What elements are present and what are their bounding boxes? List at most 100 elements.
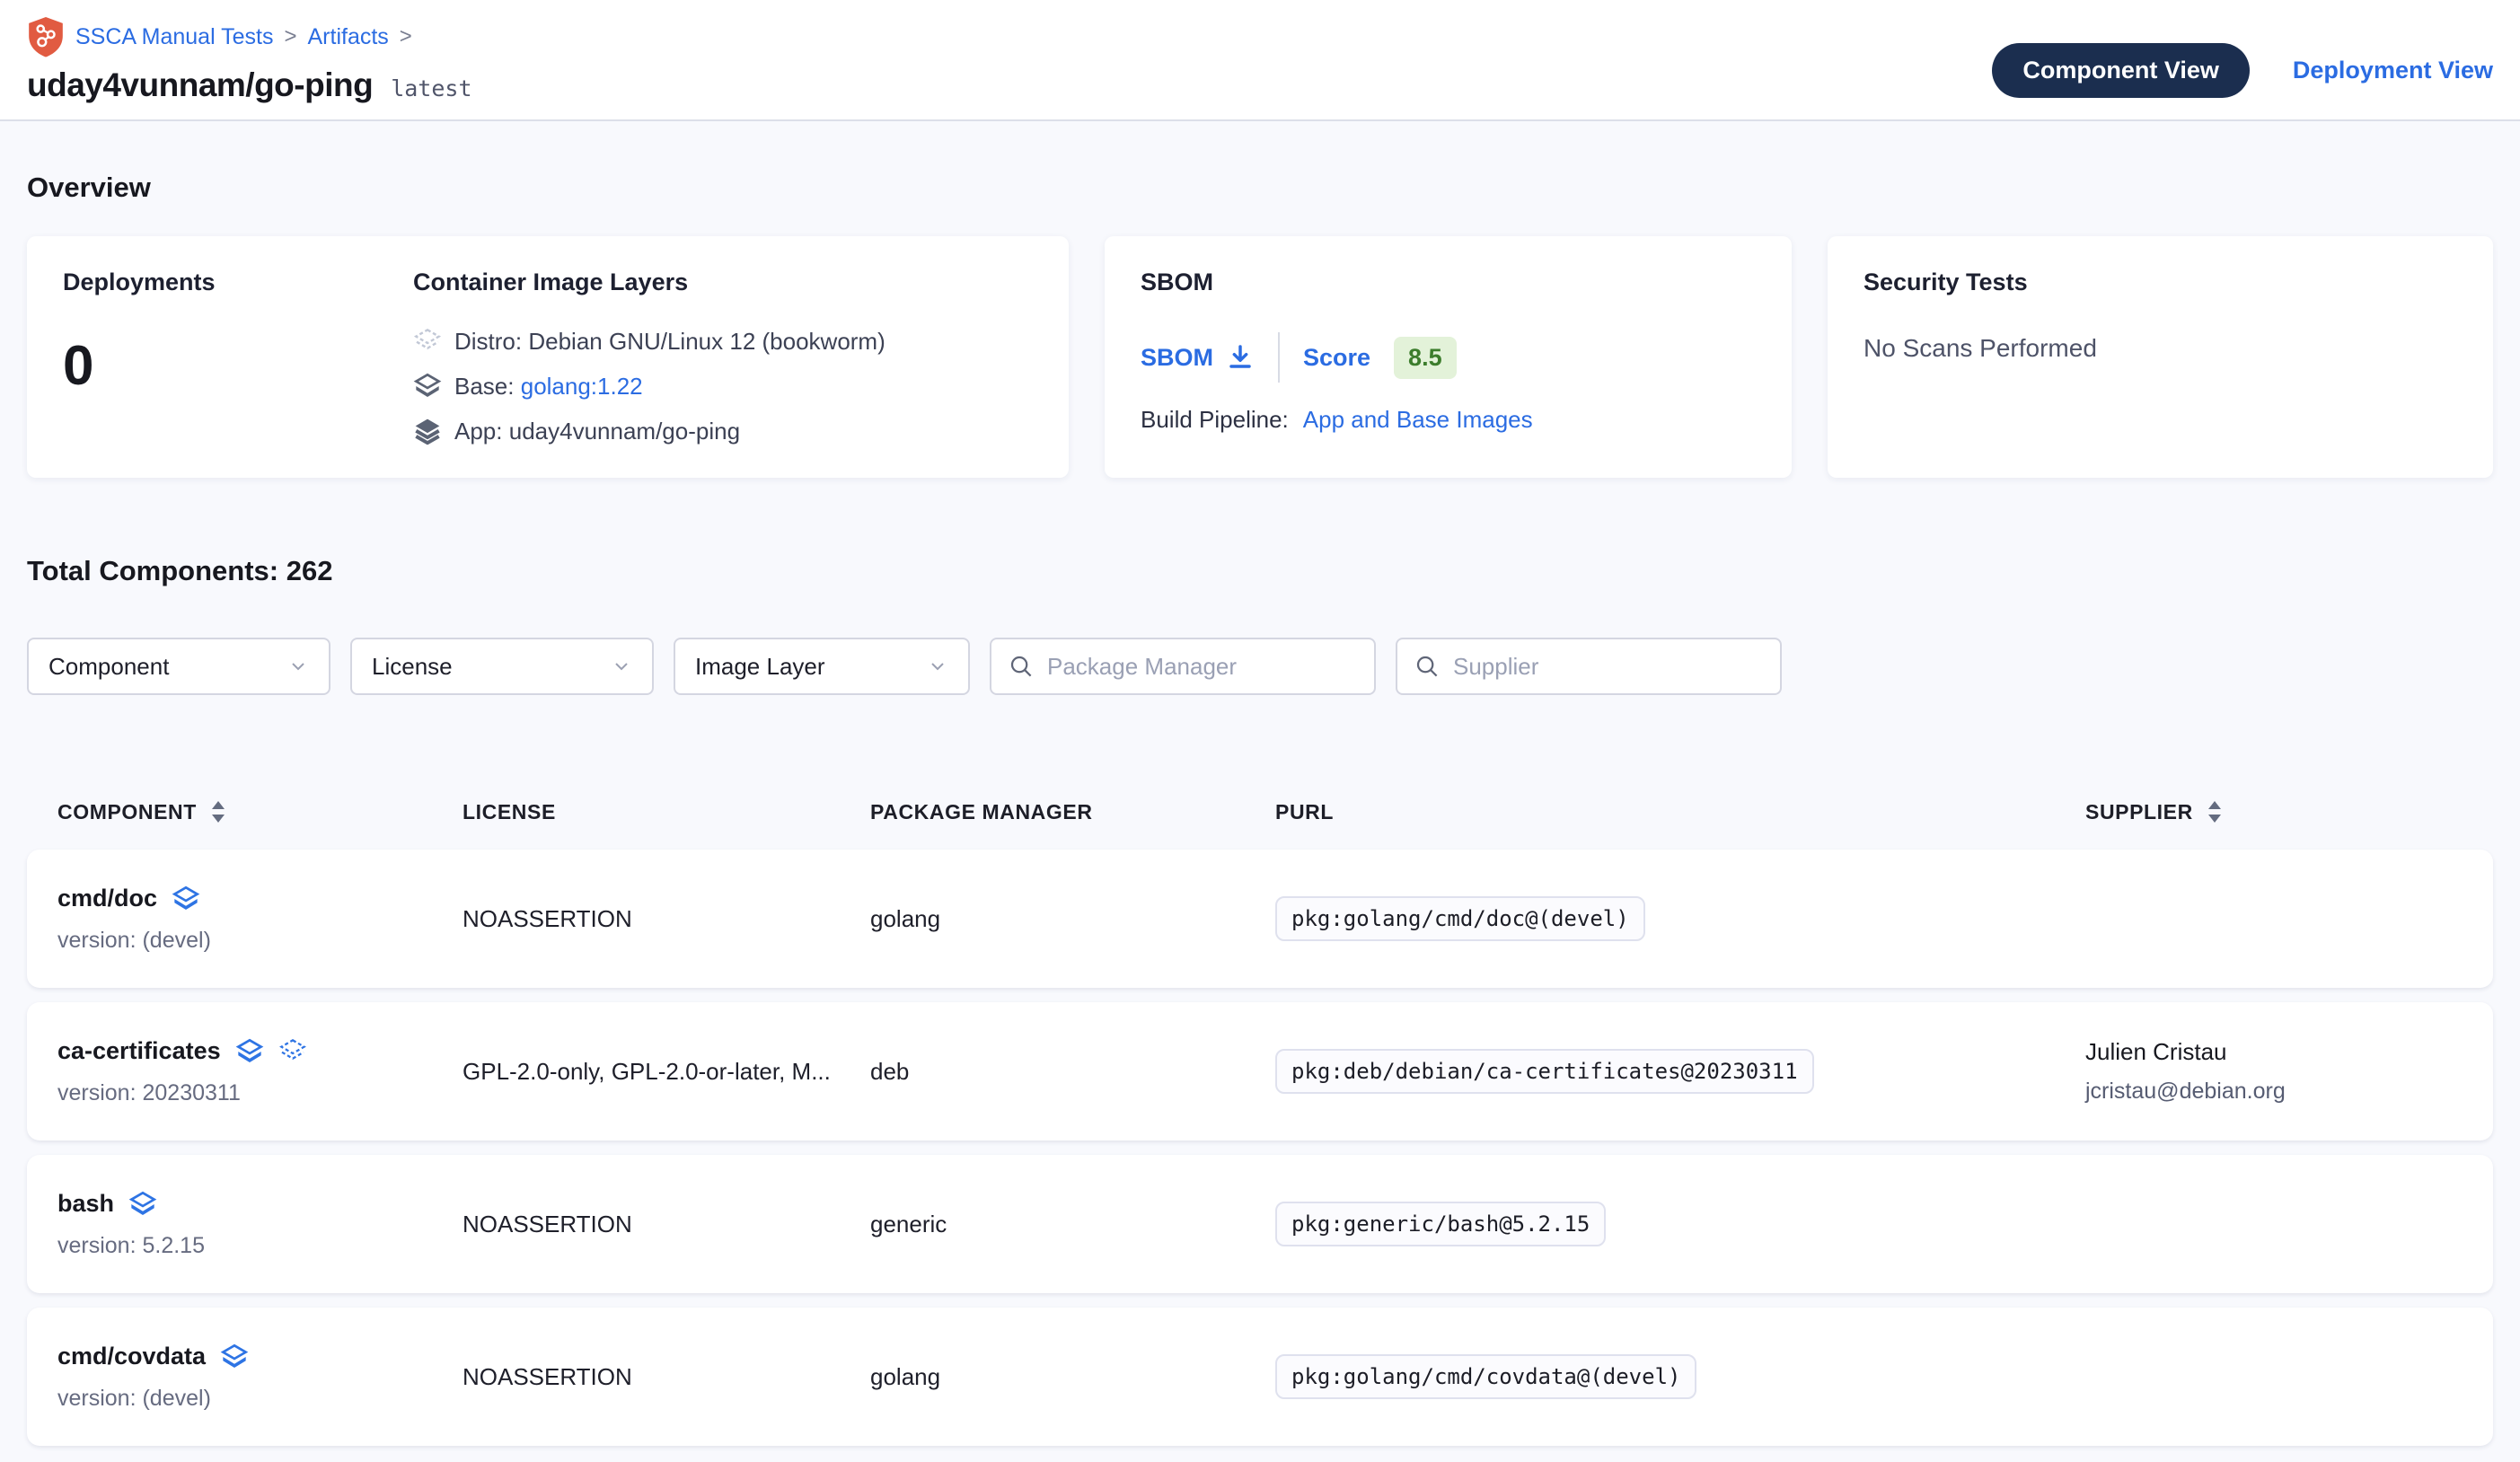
breadcrumb-artifacts-link[interactable]: Artifacts [308,24,389,50]
package-manager-search [990,638,1376,695]
component-view-button[interactable]: Component View [1992,43,2250,98]
security-tests-title: Security Tests [1864,269,2457,296]
app-label: App: [454,418,503,445]
purl-chip: pkg:golang/cmd/doc@(devel) [1275,896,1645,941]
sort-icon[interactable] [209,799,227,824]
deployments-title: Deployments [63,269,413,296]
overview-cards: Deployments 0 Container Image Layers Dis… [27,236,2493,478]
component-version: version: (devel) [57,928,463,954]
components-table: COMPONENT LICENSE PACKAGE MANAGER PURL S… [27,799,2493,1446]
component-name: cmd/covdata [57,1343,206,1370]
license-cell: NOASSERTION [463,1363,870,1391]
deployments-and-layers-card: Deployments 0 Container Image Layers Dis… [27,236,1069,478]
build-pipeline-label: Build Pipeline: [1141,406,1289,434]
column-header-package-manager: PACKAGE MANAGER [870,800,1275,824]
sort-icon[interactable] [2206,799,2224,824]
table-row[interactable]: ca-certificates version: 20230311 GPL-2.… [27,1002,2493,1141]
package-manager-cell: generic [870,1211,1275,1238]
image-layer-filter-label: Image Layer [695,653,825,681]
component-filter-label: Component [48,653,169,681]
package-manager-cell: golang [870,1363,1275,1391]
layers-base-icon [413,372,442,401]
distro-value: Debian GNU/Linux 12 (bookworm) [528,328,885,355]
app-layer-row: App: uday4vunnam/go-ping [413,417,1033,445]
layers-icon [220,1343,249,1371]
image-layer-filter-dropdown[interactable]: Image Layer [674,638,970,695]
sbom-title: SBOM [1141,269,1756,296]
purl-chip: pkg:deb/debian/ca-certificates@20230311 [1275,1049,1814,1094]
distro-label: Distro: [454,328,522,355]
license-filter-dropdown[interactable]: License [350,638,654,695]
base-image-link[interactable]: golang:1.22 [521,373,643,400]
security-tests-card: Security Tests No Scans Performed [1828,236,2493,478]
download-icon [1226,343,1255,372]
build-pipeline-link[interactable]: App and Base Images [1303,406,1533,434]
license-cell: NOASSERTION [463,1211,870,1238]
filter-bar: Component License Image Layer [27,638,2493,695]
distro-layer-row: Distro: Debian GNU/Linux 12 (bookworm) [413,327,1033,356]
overview-heading: Overview [27,172,2493,204]
layers-dashed-icon [278,1037,307,1066]
component-version: version: (devel) [57,1386,463,1412]
component-version: version: 5.2.15 [57,1233,463,1259]
column-header-license: LICENSE [463,800,870,824]
main-content: Overview Deployments 0 Container Image L… [0,172,2520,1446]
layers-icon [235,1037,264,1066]
sbom-download-label: SBOM [1141,344,1213,372]
chevron-down-icon [611,656,632,677]
table-row[interactable]: bash version: 5.2.15 NOASSERTION generic… [27,1155,2493,1293]
component-name: ca-certificates [57,1037,221,1065]
divider [1278,332,1280,383]
sbom-download-link[interactable]: SBOM [1141,343,1255,372]
layers-app-icon [413,417,442,445]
page-title: uday4vunnam/go-ping [27,66,373,104]
ssca-shield-icon [27,16,65,57]
layers-distro-icon [413,327,442,356]
image-layers-title: Container Image Layers [413,269,1033,296]
column-header-component: COMPONENT [57,799,463,824]
column-header-purl: PURL [1275,800,2085,824]
table-row[interactable]: cmd/doc version: (devel) NOASSERTION gol… [27,850,2493,988]
breadcrumb-separator: > [284,24,296,49]
layers-icon [128,1190,157,1219]
artifact-tag-badge: latest [391,75,471,101]
package-manager-search-input[interactable] [1047,653,1358,681]
base-layer-row: Base: golang:1.22 [413,372,1033,401]
breadcrumb-separator: > [400,24,412,49]
total-components-heading: Total Components: 262 [27,555,2493,587]
security-tests-status: No Scans Performed [1864,334,2457,363]
package-manager-cell: deb [870,1058,1275,1086]
breadcrumb: SSCA Manual Tests > Artifacts > [27,16,472,57]
license-cell: GPL-2.0-only, GPL-2.0-or-later, M... [463,1058,870,1086]
supplier-search [1396,638,1782,695]
chevron-down-icon [287,656,309,677]
breadcrumb-project-link[interactable]: SSCA Manual Tests [75,24,273,50]
deployments-count: 0 [63,334,413,398]
chevron-down-icon [927,656,948,677]
supplier-name: Julien Cristau [2085,1038,2463,1066]
purl-chip: pkg:generic/bash@5.2.15 [1275,1202,1606,1246]
component-name: cmd/doc [57,885,157,912]
table-row[interactable]: cmd/covdata version: (devel) NOASSERTION… [27,1308,2493,1446]
base-label: Base: [454,373,515,400]
component-name: bash [57,1190,114,1218]
view-toggle: Component View Deployment View [1992,43,2493,98]
column-header-supplier: SUPPLIER [2085,799,2463,824]
deployment-view-link[interactable]: Deployment View [2293,57,2493,84]
app-value: uday4vunnam/go-ping [509,418,740,445]
package-manager-cell: golang [870,905,1275,933]
license-filter-label: License [372,653,453,681]
top-bar: SSCA Manual Tests > Artifacts > uday4vun… [0,0,2520,121]
search-icon [1008,653,1035,680]
search-icon [1414,653,1441,680]
component-version: version: 20230311 [57,1080,463,1106]
table-header-row: COMPONENT LICENSE PACKAGE MANAGER PURL S… [27,799,2493,824]
score-label: Score [1303,344,1370,372]
layers-icon [172,885,200,913]
purl-chip: pkg:golang/cmd/covdata@(devel) [1275,1354,1696,1399]
sbom-card: SBOM SBOM Score 8.5 Build Pipeline: App … [1105,236,1792,478]
sbom-score-badge: 8.5 [1394,337,1457,379]
supplier-search-input[interactable] [1453,653,1764,681]
license-cell: NOASSERTION [463,905,870,933]
component-filter-dropdown[interactable]: Component [27,638,330,695]
